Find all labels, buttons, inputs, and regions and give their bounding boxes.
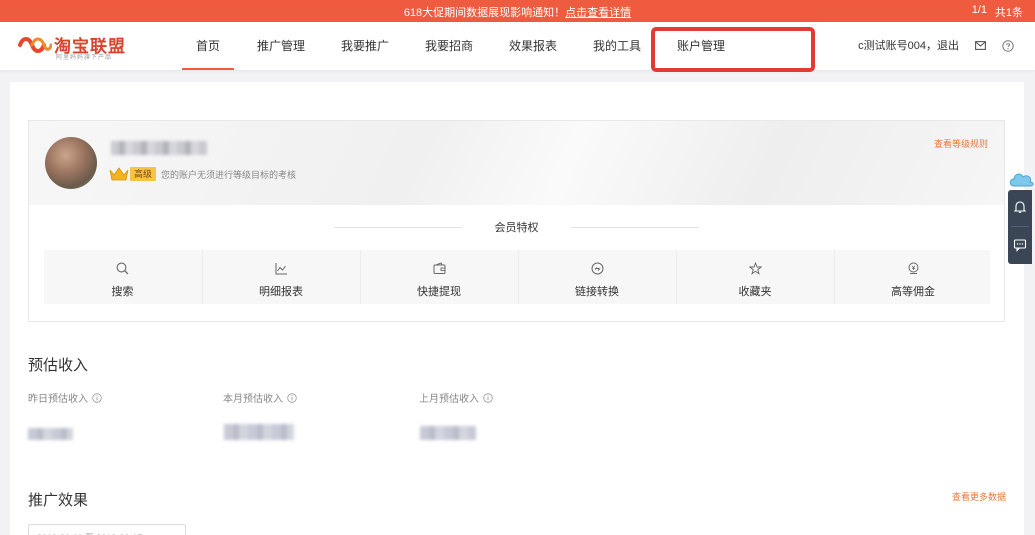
coin-icon [908, 262, 919, 274]
divider [571, 227, 699, 228]
perk-search[interactable]: 搜索 [44, 250, 201, 304]
stat-label-text: 上月预估收入 [419, 394, 479, 405]
level-description: 您的账户无须进行等级目标的考核 [161, 170, 297, 180]
top-navbar: 淘宝联盟 阿里妈妈旗下产品 首页 推广管理 我要推广 我要招商 效果报表 我的工… [0, 22, 1035, 70]
perk-label: 收藏夹 [738, 286, 772, 298]
estimated-income-title: 预估收入 [28, 357, 89, 374]
logo-mark-icon [18, 37, 52, 53]
stat-label-text: 昨日预估收入 [28, 394, 88, 405]
divider [1011, 226, 1029, 227]
stat-yesterday-label: 昨日预估收入 [28, 390, 102, 405]
perk-detail-report[interactable]: 明细报表 [202, 250, 359, 304]
account-info: c测试账号004，退出 [858, 22, 959, 70]
nav-item-promo-management[interactable]: 推广管理 [257, 22, 305, 70]
perk-high-commission[interactable]: 高等佣金 [834, 250, 991, 304]
nav-item-tools[interactable]: 我的工具 [593, 22, 641, 70]
floating-toolbar [1008, 190, 1032, 264]
perks-list: 搜索 明细报表 快捷提现 链接转换 收藏夹 高等佣金 [44, 250, 990, 304]
message-button[interactable] [1008, 228, 1032, 262]
notice-pager: 1/1 [971, 4, 987, 16]
mail-icon[interactable] [975, 41, 986, 50]
brand-logo[interactable]: 淘宝联盟 阿里妈妈旗下产品 [18, 30, 128, 62]
notice-text: 618大促期间数据展现影响通知！ [403, 7, 566, 19]
link-icon [591, 262, 604, 275]
perk-quick-withdraw[interactable]: 快捷提现 [360, 250, 517, 304]
info-icon[interactable] [483, 393, 493, 403]
info-icon[interactable] [287, 393, 297, 403]
account-username: c测试账号004 [858, 40, 926, 52]
logout-link[interactable]: 退出 [937, 40, 959, 52]
date-range-picker[interactable]: 2019-06-11 至 2019-06-17 [28, 524, 186, 535]
perk-label: 链接转换 [575, 286, 619, 298]
member-card: 高级 您的账户无须进行等级目标的考核 查看等级规则 会员特权 搜索 明细报表 快… [28, 120, 1005, 322]
nav-item-promote[interactable]: 我要推广 [341, 22, 389, 70]
stat-yesterday-value-redacted [28, 428, 73, 440]
star-icon [749, 262, 762, 275]
notice-message: 618大促期间数据展现影响通知！点击查看详情 [0, 4, 1035, 20]
account-separator: ， [926, 40, 937, 52]
stat-last-month-value-redacted [420, 426, 476, 440]
stat-last-month-label: 上月预估收入 [419, 390, 493, 405]
main-content: 高级 您的账户无须进行等级目标的考核 查看等级规则 会员特权 搜索 明细报表 快… [10, 82, 1024, 535]
level-badge: 高级 [130, 167, 157, 181]
info-icon[interactable] [92, 393, 102, 403]
nav-item-account-management[interactable]: 账户管理 [677, 22, 725, 70]
perks-heading: 会员特权 [334, 219, 699, 235]
notice-bar: 618大促期间数据展现影响通知！点击查看详情 1/1 共1条 [0, 0, 1035, 22]
nav-item-home[interactable]: 首页 [181, 22, 235, 70]
member-header: 高级 您的账户无须进行等级目标的考核 查看等级规则 [29, 121, 1004, 205]
nav-item-reports[interactable]: 效果报表 [509, 22, 557, 70]
username-redacted [111, 141, 207, 155]
perk-label: 明细报表 [259, 286, 303, 298]
brand-slogan: 阿里妈妈旗下产品 [56, 55, 113, 61]
stat-this-month-value-redacted [224, 424, 294, 440]
perk-link-convert[interactable]: 链接转换 [518, 250, 675, 304]
stat-label-text: 本月预估收入 [223, 394, 283, 405]
chart-icon [275, 263, 287, 275]
chat-icon [1013, 239, 1027, 252]
notice-detail-link[interactable]: 点击查看详情 [565, 7, 631, 19]
stat-this-month-label: 本月预估收入 [223, 390, 297, 405]
perk-label: 搜索 [111, 286, 134, 298]
cloud-icon[interactable] [1008, 170, 1034, 190]
search-icon [116, 262, 129, 275]
perk-label: 高等佣金 [891, 286, 935, 298]
wallet-icon [433, 262, 446, 274]
level-rules-link[interactable]: 查看等级规则 [934, 137, 988, 150]
avatar [45, 137, 97, 189]
help-icon[interactable] [1002, 40, 1014, 52]
perk-label: 快捷提现 [417, 286, 461, 298]
promo-effect-title: 推广效果 [28, 492, 89, 509]
more-data-link[interactable]: 查看更多数据 [952, 490, 1006, 503]
bell-icon [1013, 201, 1027, 213]
nav-item-merchant-recruit[interactable]: 我要招商 [425, 22, 473, 70]
perk-favorites[interactable]: 收藏夹 [676, 250, 833, 304]
notification-button[interactable] [1008, 190, 1032, 224]
notice-total: 共1条 [994, 7, 1023, 19]
crown-icon [109, 167, 129, 181]
